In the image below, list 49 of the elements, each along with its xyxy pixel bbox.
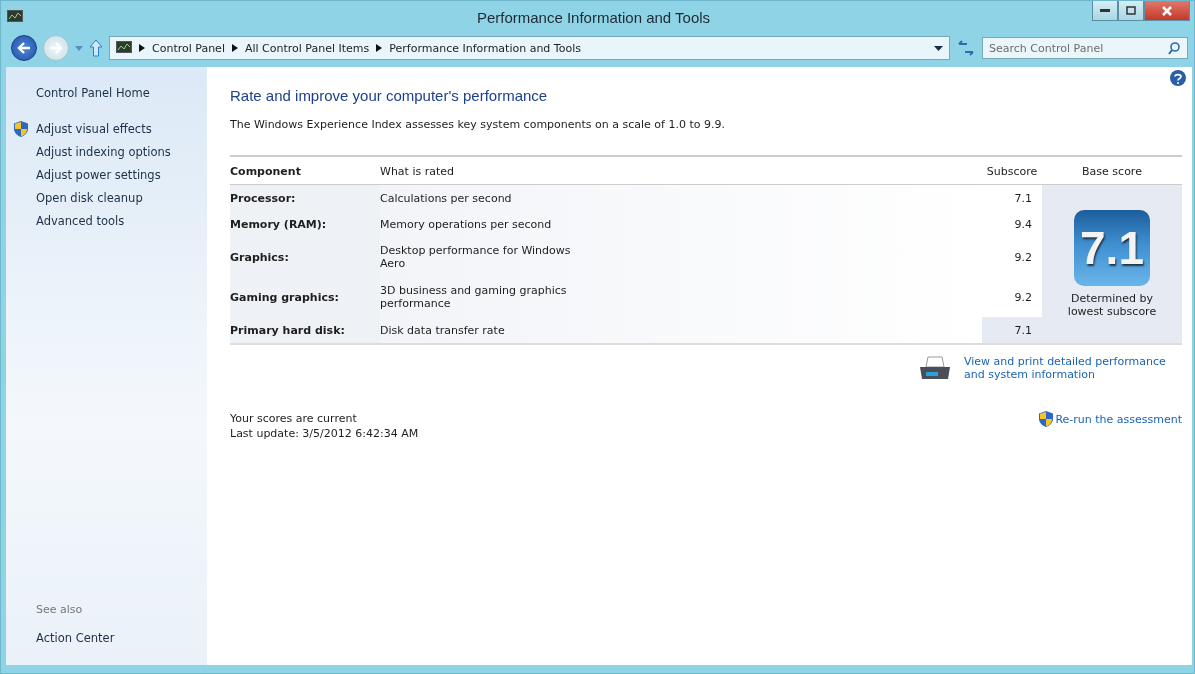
sidebar-link[interactable]: Adjust visual effects bbox=[36, 121, 152, 136]
monitor-icon bbox=[7, 10, 23, 24]
search-icon[interactable] bbox=[1168, 42, 1180, 55]
search-field[interactable]: Search Control Panel bbox=[982, 37, 1188, 59]
chevron-icon bbox=[139, 44, 145, 52]
maximize-button[interactable] bbox=[1118, 1, 1144, 21]
table-cell: Memory (RAM): bbox=[230, 211, 380, 237]
see-also-label: See also bbox=[35, 603, 84, 616]
chevron-icon bbox=[231, 44, 238, 52]
question-mark-icon bbox=[1174, 72, 1182, 84]
address-bar[interactable]: Control Panel All Control Panel Items Performance Information and Tools bbox=[109, 36, 950, 60]
breadcrumb-item[interactable]: Performance Information and Tools bbox=[389, 41, 581, 55]
shield-icon bbox=[1039, 411, 1054, 427]
sidebar-link[interactable]: Adjust indexing options bbox=[36, 144, 171, 159]
sidebar-link[interactable]: Adjust power settings bbox=[36, 167, 161, 182]
window-title: Performance Information and Tools bbox=[475, 8, 712, 26]
minimize-icon bbox=[1100, 9, 1110, 12]
maximize-icon bbox=[1126, 6, 1136, 15]
status-text: Your scores are current bbox=[230, 411, 358, 426]
sidebar-link[interactable]: Control Panel Home bbox=[36, 85, 150, 100]
table-cell: Primary hard disk: bbox=[230, 317, 380, 343]
intro-text: The Windows Experience Index assesses key system components on a scale of 1.0 to 9.9. bbox=[230, 118, 726, 131]
base-score-note: Determined by lowest subscore bbox=[1066, 292, 1158, 318]
table-cell: Graphics: bbox=[230, 237, 380, 277]
chevron-icon bbox=[376, 44, 383, 52]
back-button[interactable] bbox=[11, 35, 37, 61]
rerun-link[interactable]: Re-run the assessment bbox=[1055, 412, 1182, 426]
sidebar-link[interactable]: Action Center bbox=[36, 630, 115, 645]
status-text: Last update: 3/5/2012 6:42:34 AM bbox=[230, 426, 419, 441]
table-cell: Processor: bbox=[230, 185, 380, 211]
base-score-badge: 7.1 bbox=[1074, 210, 1150, 286]
minimize-button[interactable] bbox=[1092, 1, 1118, 21]
close-button[interactable] bbox=[1144, 1, 1190, 21]
help-button[interactable] bbox=[1170, 70, 1186, 86]
monitor-icon bbox=[116, 41, 132, 55]
table-cell: 7.1 bbox=[982, 317, 1042, 343]
caret-icon[interactable] bbox=[934, 45, 943, 51]
table-cell: Gaming graphics: bbox=[230, 277, 380, 317]
breadcrumb-item[interactable]: Control Panel bbox=[152, 41, 225, 55]
sidebar-link[interactable]: Advanced tools bbox=[36, 213, 125, 228]
right-arrow-icon bbox=[49, 42, 63, 54]
print-link[interactable]: View and print detailed performance and system information bbox=[964, 355, 1182, 381]
close-icon bbox=[1162, 5, 1172, 16]
up-arrow-icon[interactable] bbox=[89, 39, 103, 57]
refresh-icon[interactable] bbox=[956, 39, 976, 57]
sidebar-link[interactable]: Open disk cleanup bbox=[36, 190, 143, 205]
page-heading: Rate and improve your computer's performance bbox=[230, 87, 549, 104]
left-arrow-icon bbox=[17, 42, 31, 54]
breadcrumb-item[interactable]: All Control Panel Items bbox=[244, 41, 370, 55]
